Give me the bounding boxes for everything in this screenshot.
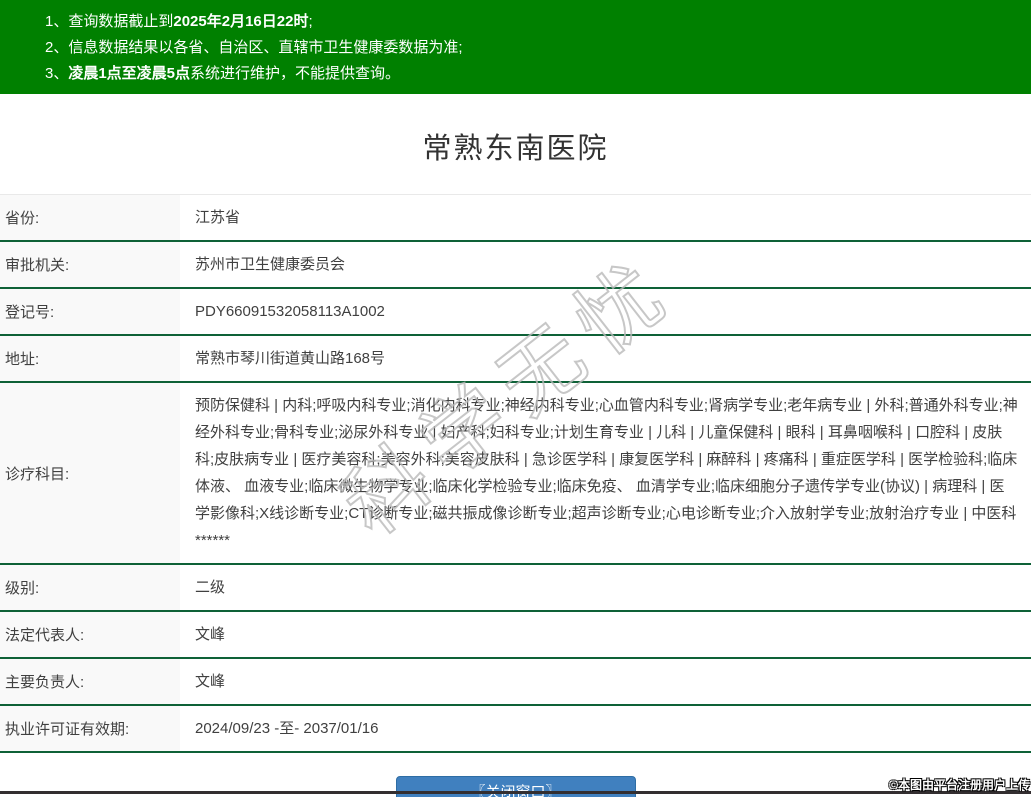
row-label: 级别: bbox=[0, 565, 180, 610]
row-label: 主要负责人: bbox=[0, 659, 180, 704]
row-value: 常熟市琴川街道黄山路168号 bbox=[180, 336, 1031, 381]
row-label: 地址: bbox=[0, 336, 180, 381]
row-value: 预防保健科 | 内科;呼吸内科专业;消化内科专业;神经内科专业;心血管内科专业;… bbox=[180, 383, 1031, 563]
table-row: 主要负责人:文峰 bbox=[0, 659, 1031, 706]
image-credit-watermark: ©本图由平台注册用户上传 bbox=[889, 776, 1030, 793]
bottom-bar bbox=[0, 791, 1031, 794]
row-value: 2024/09/23 -至- 2037/01/16 bbox=[180, 706, 1031, 751]
page-title: 常熟东南医院 bbox=[0, 94, 1031, 167]
table-row: 登记号:PDY66091532058113A1002 bbox=[0, 289, 1031, 336]
row-label: 诊疗科目: bbox=[0, 383, 180, 563]
row-value: 文峰 bbox=[180, 612, 1031, 657]
row-label: 审批机关: bbox=[0, 242, 180, 287]
table-row: 省份:江苏省 bbox=[0, 195, 1031, 242]
hospital-detail-page: 1、查询数据截止到2025年2月16日22时;2、信息数据结果以各省、自治区、直… bbox=[0, 0, 1031, 797]
notice-line: 2、信息数据结果以各省、自治区、直辖市卫生健康委数据为准; bbox=[45, 35, 1031, 61]
notice-line: 3、凌晨1点至凌晨5点系统进行维护，不能提供查询。 bbox=[45, 61, 1031, 87]
table-row: 执业许可证有效期:2024/09/23 -至- 2037/01/16 bbox=[0, 706, 1031, 753]
row-value: 文峰 bbox=[180, 659, 1031, 704]
row-label: 执业许可证有效期: bbox=[0, 706, 180, 751]
row-value: 二级 bbox=[180, 565, 1031, 610]
row-label: 省份: bbox=[0, 195, 180, 240]
table-row: 级别:二级 bbox=[0, 565, 1031, 612]
row-value: 苏州市卫生健康委员会 bbox=[180, 242, 1031, 287]
table-row: 法定代表人:文峰 bbox=[0, 612, 1031, 659]
info-table: 省份:江苏省审批机关:苏州市卫生健康委员会登记号:PDY660915320581… bbox=[0, 194, 1031, 753]
notice-list: 1、查询数据截止到2025年2月16日22时;2、信息数据结果以各省、自治区、直… bbox=[45, 9, 1031, 87]
row-label: 登记号: bbox=[0, 289, 180, 334]
notice-banner: 1、查询数据截止到2025年2月16日22时;2、信息数据结果以各省、自治区、直… bbox=[0, 0, 1031, 94]
row-value: 江苏省 bbox=[180, 195, 1031, 240]
table-row: 审批机关:苏州市卫生健康委员会 bbox=[0, 242, 1031, 289]
row-value: PDY66091532058113A1002 bbox=[180, 289, 1031, 334]
notice-line: 1、查询数据截止到2025年2月16日22时; bbox=[45, 9, 1031, 35]
table-row: 诊疗科目:预防保健科 | 内科;呼吸内科专业;消化内科专业;神经内科专业;心血管… bbox=[0, 383, 1031, 565]
row-label: 法定代表人: bbox=[0, 612, 180, 657]
table-row: 地址:常熟市琴川街道黄山路168号 bbox=[0, 336, 1031, 383]
